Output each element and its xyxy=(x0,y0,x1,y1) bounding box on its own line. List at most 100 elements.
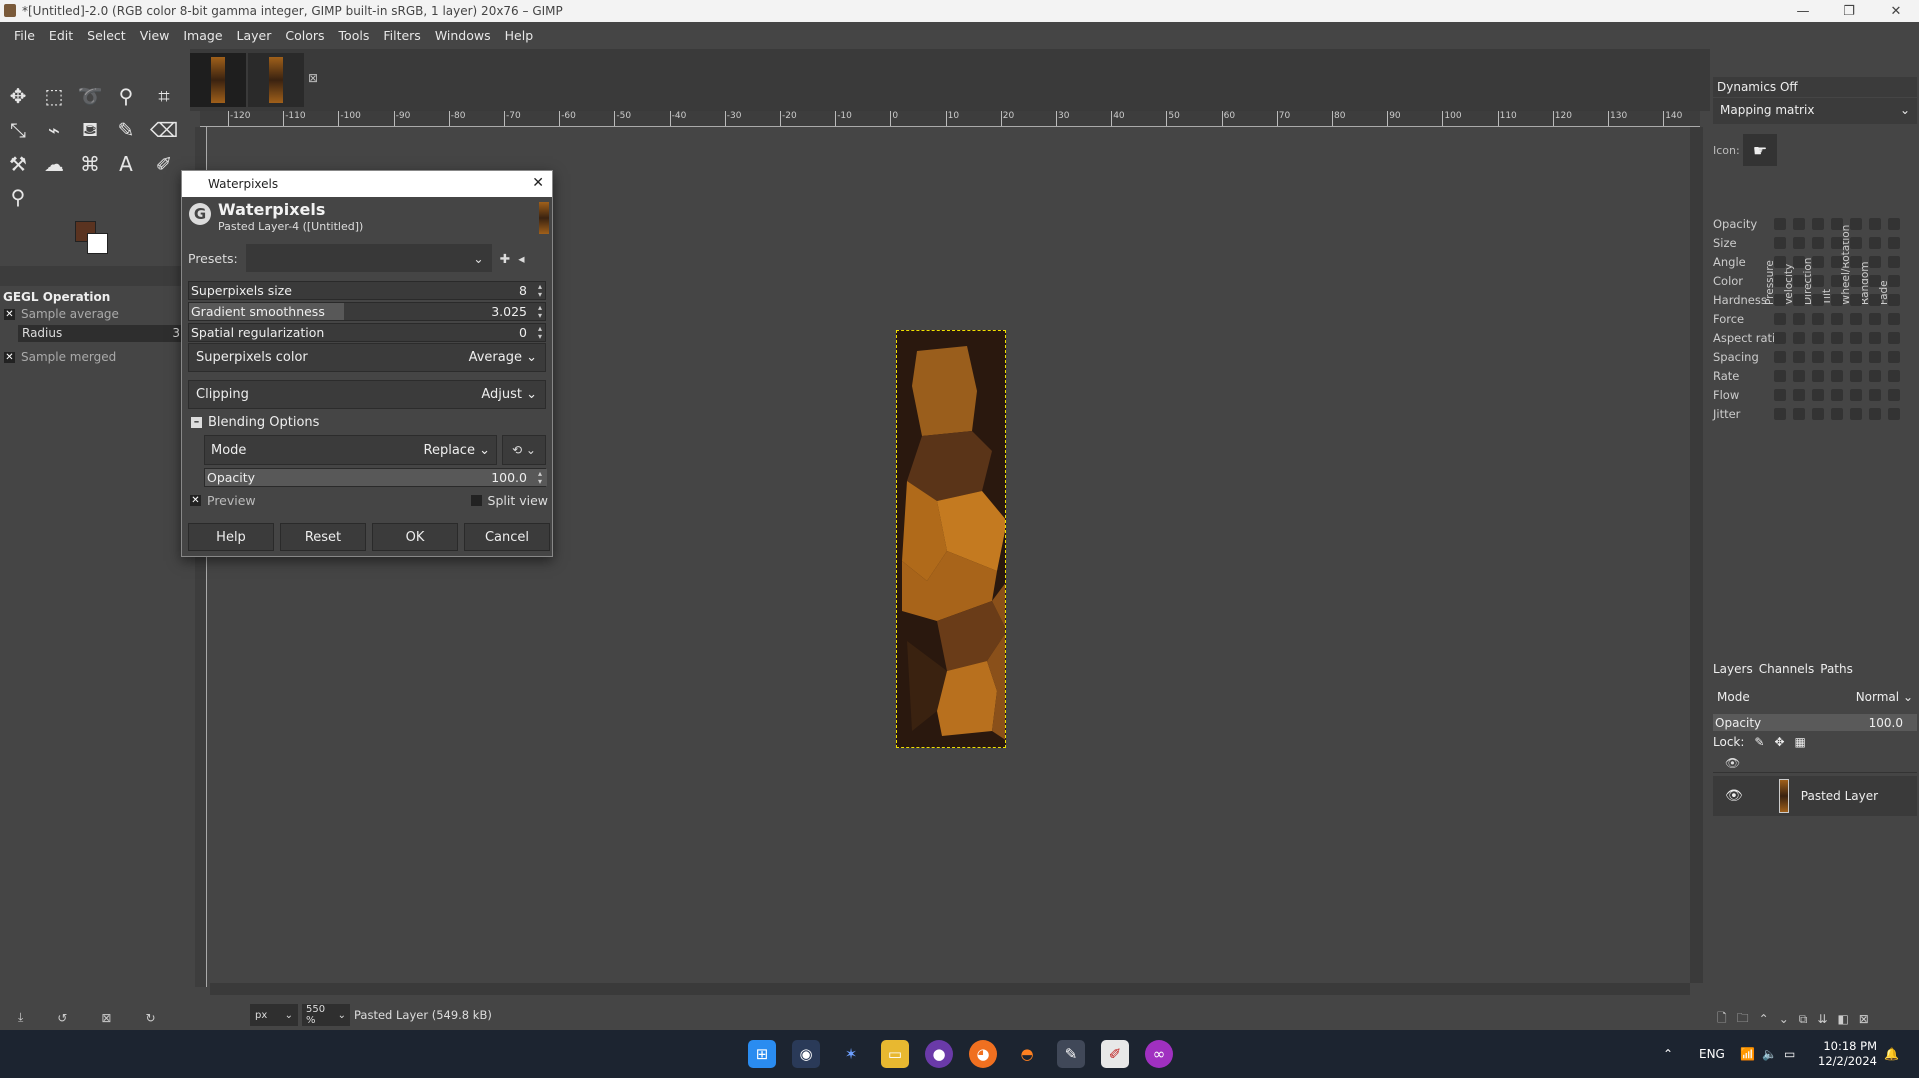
wifi-icon[interactable]: 📶 xyxy=(1740,1030,1755,1078)
eye-icon[interactable]: 👁 xyxy=(1725,788,1743,804)
github-icon[interactable]: ● xyxy=(925,1040,953,1068)
menu-layer[interactable]: Layer xyxy=(230,28,279,43)
menu-help[interactable]: Help xyxy=(498,28,541,43)
dynamics-matrix-cell[interactable] xyxy=(1793,275,1805,287)
warp-tool-icon[interactable]: ⌁ xyxy=(38,114,70,146)
dynamics-matrix-cell[interactable] xyxy=(1793,313,1805,325)
dynamics-matrix-cell[interactable] xyxy=(1812,389,1824,401)
dynamics-matrix-cell[interactable] xyxy=(1812,332,1824,344)
dynamics-matrix-cell[interactable] xyxy=(1850,294,1862,306)
smudge-tool-icon[interactable]: ☁ xyxy=(38,148,70,180)
app-icon[interactable]: ✶ xyxy=(837,1040,865,1068)
battery-icon[interactable]: ▭ xyxy=(1784,1030,1795,1078)
dynamics-matrix-cell[interactable] xyxy=(1869,370,1881,382)
zoom-select[interactable]: 550 % ⌄ xyxy=(302,1004,350,1026)
dynamics-matrix-cell[interactable] xyxy=(1888,256,1900,268)
color-picker-tool-icon[interactable]: ✐ xyxy=(148,148,180,180)
windows-start-icon[interactable]: ⊞ xyxy=(748,1040,776,1068)
dynamics-matrix-cell[interactable] xyxy=(1888,313,1900,325)
menu-select[interactable]: Select xyxy=(80,28,133,43)
background-color-swatch[interactable] xyxy=(87,233,108,254)
dynamics-matrix-cell[interactable] xyxy=(1850,256,1862,268)
transform-tool-icon[interactable]: ⤡ xyxy=(2,114,34,146)
horizontal-ruler[interactable]: -120 -110 -100 -90 -80 -70 -60 -50 -40 -30 -20 -10 0… xyxy=(200,111,1700,127)
restore-options-icon[interactable]: ↺ xyxy=(57,1011,67,1025)
mapping-matrix-combo[interactable]: Mapping matrix ⌄ xyxy=(1713,98,1917,124)
add-mask-icon[interactable]: ◧ xyxy=(1837,1012,1848,1026)
menu-tools[interactable]: Tools xyxy=(332,28,377,43)
dynamics-matrix-cell[interactable] xyxy=(1774,389,1786,401)
clone-tool-icon[interactable]: ⚒ xyxy=(2,148,34,180)
crop-tool-icon[interactable]: ⌗ xyxy=(148,80,180,112)
image-canvas[interactable] xyxy=(896,330,1006,748)
dynamics-matrix-cell[interactable] xyxy=(1812,237,1824,249)
minimize-button[interactable]: — xyxy=(1780,0,1826,22)
lower-layer-icon[interactable]: ⌄ xyxy=(1779,1012,1789,1026)
clipping-combo[interactable]: Clipping Adjust ⌄ xyxy=(188,380,546,409)
dynamics-matrix-cell[interactable] xyxy=(1774,332,1786,344)
dynamics-matrix-cell[interactable] xyxy=(1831,389,1843,401)
mode-combo[interactable]: Mode Replace ⌄ xyxy=(204,435,497,465)
image-tab-2[interactable] xyxy=(248,53,304,107)
sample-average-checkbox[interactable]: ✕ xyxy=(4,308,15,320)
dynamics-matrix-cell[interactable] xyxy=(1774,275,1786,287)
preview-toggle[interactable]: ✕ Preview xyxy=(190,493,256,508)
radius-slider[interactable]: Radius 3 xyxy=(18,325,184,342)
dynamics-matrix-cell[interactable] xyxy=(1888,218,1900,230)
clock[interactable]: 10:18 PM 12/2/2024 xyxy=(1815,1039,1877,1069)
image-tab-1[interactable] xyxy=(190,53,246,107)
volume-icon[interactable]: 🔈 xyxy=(1762,1030,1777,1078)
dynamics-matrix-cell[interactable] xyxy=(1831,370,1843,382)
dynamics-matrix-cell[interactable] xyxy=(1888,351,1900,363)
dynamics-matrix-cell[interactable] xyxy=(1888,389,1900,401)
maximize-button[interactable]: ❐ xyxy=(1826,0,1872,22)
tray-chevron-icon[interactable]: ⌃ xyxy=(1663,1030,1673,1078)
superpixels-size-slider[interactable]: Superpixels size 8 ▴ ▾ xyxy=(188,281,546,300)
add-preset-icon[interactable]: ✚ xyxy=(500,251,510,266)
dynamics-matrix-cell[interactable] xyxy=(1774,218,1786,230)
dynamics-name[interactable]: Dynamics Off xyxy=(1713,77,1917,97)
zoom-tool-icon[interactable]: ⚲ xyxy=(2,181,34,213)
paths-tool-icon[interactable]: ⌘ xyxy=(74,148,106,180)
gimp-taskbar-icon[interactable]: ✎ xyxy=(1057,1040,1085,1068)
firefox-icon[interactable]: ◕ xyxy=(969,1040,997,1068)
dynamics-matrix-cell[interactable] xyxy=(1888,332,1900,344)
tab-paths[interactable]: Paths xyxy=(1820,662,1853,676)
gradient-smoothness-slider[interactable]: Gradient smoothness 3.025 ▴ ▾ xyxy=(188,302,546,321)
dynamics-matrix-cell[interactable] xyxy=(1869,332,1881,344)
language-indicator[interactable]: ENG xyxy=(1699,1030,1725,1078)
dynamics-matrix-cell[interactable] xyxy=(1888,237,1900,249)
split-view-checkbox[interactable] xyxy=(470,495,482,506)
text-tool-icon[interactable]: A xyxy=(110,148,142,180)
dynamics-matrix-cell[interactable] xyxy=(1869,275,1881,287)
menu-colors[interactable]: Colors xyxy=(278,28,331,43)
blending-options-expander[interactable]: – Blending Options xyxy=(191,415,319,430)
spin-arrows-icon[interactable]: ▴ ▾ xyxy=(538,470,542,486)
dynamics-matrix-cell[interactable] xyxy=(1793,408,1805,420)
dynamics-matrix-cell[interactable] xyxy=(1850,370,1862,382)
dynamics-matrix-cell[interactable] xyxy=(1869,351,1881,363)
dynamics-matrix-cell[interactable] xyxy=(1831,313,1843,325)
notification-icon[interactable]: 🔔 xyxy=(1884,1030,1899,1078)
close-window-button[interactable]: ✕ xyxy=(1873,0,1919,22)
duplicate-layer-icon[interactable]: ⧉ xyxy=(1799,1012,1808,1027)
dynamics-matrix-cell[interactable] xyxy=(1831,218,1843,230)
obs-app-icon[interactable]: ∞ xyxy=(1145,1040,1173,1068)
dynamics-matrix-cell[interactable] xyxy=(1774,237,1786,249)
dynamics-matrix-cell[interactable] xyxy=(1831,351,1843,363)
dynamics-matrix-cell[interactable] xyxy=(1850,313,1862,325)
dynamics-matrix-cell[interactable] xyxy=(1793,351,1805,363)
dynamics-matrix-cell[interactable] xyxy=(1869,408,1881,420)
dynamics-matrix-cell[interactable] xyxy=(1793,218,1805,230)
cancel-button[interactable]: Cancel xyxy=(464,523,550,551)
tab-layers[interactable]: Layers xyxy=(1713,662,1753,676)
rect-select-tool-icon[interactable]: ⬚ xyxy=(38,80,70,112)
eraser-tool-icon[interactable]: ⌫ xyxy=(148,114,180,146)
steam-icon[interactable]: ◉ xyxy=(792,1040,820,1068)
spin-arrows-icon[interactable]: ▴ ▾ xyxy=(538,325,542,341)
dynamics-matrix-cell[interactable] xyxy=(1869,237,1881,249)
reset-button[interactable]: Reset xyxy=(280,523,366,551)
opacity-slider[interactable]: Opacity 100.0 ▴ ▾ xyxy=(204,468,547,487)
lock-pixels-icon[interactable]: ✎ xyxy=(1754,735,1764,749)
dynamics-matrix-cell[interactable] xyxy=(1888,370,1900,382)
